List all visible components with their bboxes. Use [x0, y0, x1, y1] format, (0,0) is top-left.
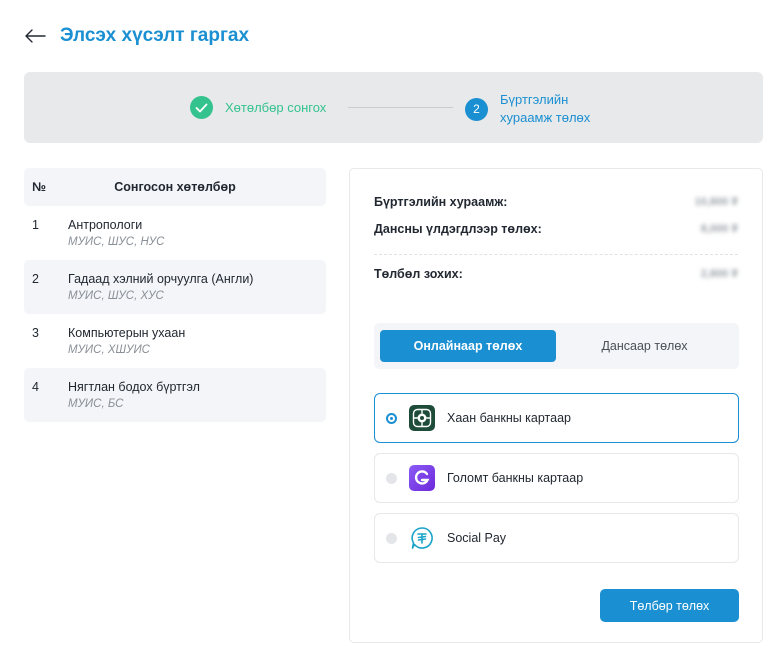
radio-button[interactable]: [386, 412, 397, 424]
selected-programs-table: № Сонгосон хөтөлбөр 1 Антропологи МУИС, …: [24, 168, 326, 422]
column-header-program: Сонгосон хөтөлбөр: [114, 180, 236, 194]
option-social-pay[interactable]: Social Pay: [374, 513, 739, 563]
payment-panel: Бүртгэлийн хураамж: 10,800 ₮ Дансны үлдэ…: [349, 168, 763, 643]
column-header-number: №: [32, 180, 46, 194]
row-number: 2: [32, 272, 39, 286]
page-title: Элсэх хүсэлт гаргах: [60, 25, 250, 46]
radio-button[interactable]: [386, 472, 397, 484]
arrow-left-icon[interactable]: [24, 29, 46, 43]
fee-divider: [374, 254, 738, 255]
total-amount: 2,800 ₮: [700, 268, 738, 280]
table-row: 4 Нягтлан бодох бүртгэл МУИС, БС: [24, 368, 326, 422]
khan-bank-icon: [409, 405, 435, 431]
table-row: 2 Гадаад хэлний орчуулга (Англи) МУИС, Ш…: [24, 260, 326, 314]
balance-payment-row: Дансны үлдэгдлээр төлөх: 8,000 ₮: [374, 222, 738, 236]
radio-button[interactable]: [386, 532, 397, 544]
registration-fee-row: Бүртгэлийн хураамж: 10,800 ₮: [374, 195, 738, 209]
step-connector: [348, 107, 453, 108]
fee-amount: 8,000 ₮: [700, 223, 738, 235]
step-label: Бүртгэлийн хураамж төлөх: [500, 92, 591, 125]
option-label: Голомт банкны картаар: [447, 471, 584, 485]
total-label: Төлбөл зохих:: [374, 267, 463, 281]
total-due-row: Төлбөл зохих: 2,800 ₮: [374, 267, 738, 281]
table-row: 3 Компьютерын ухаан МУИС, ХШУИС: [24, 314, 326, 368]
table-row: 1 Антропологи МУИС, ШУС, НУС: [24, 206, 326, 260]
pay-button[interactable]: Төлбөр төлөх: [600, 589, 739, 622]
golomt-bank-icon: [409, 465, 435, 491]
row-number: 3: [32, 326, 39, 340]
program-name: Компьютерын ухаан: [68, 326, 186, 340]
step-choose-program: Хөтөлбөр сонгох: [190, 96, 326, 119]
row-number: 1: [32, 218, 39, 232]
option-label: Хаан банкны картаар: [447, 411, 571, 425]
progress-stepper: Хөтөлбөр сонгох 2 Бүртгэлийн хураамж төл…: [24, 72, 763, 143]
option-khan-bank[interactable]: Хаан банкны картаар: [374, 393, 739, 443]
table-header: № Сонгосон хөтөлбөр: [24, 168, 326, 206]
payment-method-tabs: Онлайнаар төлөх Дансаар төлөх: [374, 323, 739, 369]
program-name: Антропологи: [68, 218, 143, 232]
step-label: Хөтөлбөр сонгох: [225, 100, 327, 115]
program-schools: МУИС, ХШУИС: [68, 344, 150, 356]
program-name: Нягтлан бодох бүртгэл: [68, 380, 200, 394]
option-golomt-bank[interactable]: Голомт банкны картаар: [374, 453, 739, 503]
check-icon: [190, 96, 213, 119]
tab-online-payment[interactable]: Онлайнаар төлөх: [380, 330, 556, 362]
step-number: 2: [465, 97, 488, 121]
program-schools: МУИС, ШУС, ХУС: [68, 290, 164, 302]
tab-bank-transfer[interactable]: Дансаар төлөх: [556, 330, 733, 362]
option-label: Social Pay: [447, 531, 507, 545]
program-name: Гадаад хэлний орчуулга (Англи): [68, 272, 254, 286]
social-pay-icon: [409, 525, 435, 551]
row-number: 4: [32, 380, 39, 394]
program-schools: МУИС, БС: [68, 398, 124, 410]
fee-amount: 10,800 ₮: [694, 196, 738, 208]
page-header: Элсэх хүсэлт гаргах: [24, 22, 249, 50]
fee-label: Дансны үлдэгдлээр төлөх:: [374, 222, 542, 236]
fee-label: Бүртгэлийн хураамж:: [374, 195, 508, 209]
step-pay-fee: 2 Бүртгэлийн хураамж төлөх: [465, 91, 610, 127]
program-schools: МУИС, ШУС, НУС: [68, 236, 165, 248]
